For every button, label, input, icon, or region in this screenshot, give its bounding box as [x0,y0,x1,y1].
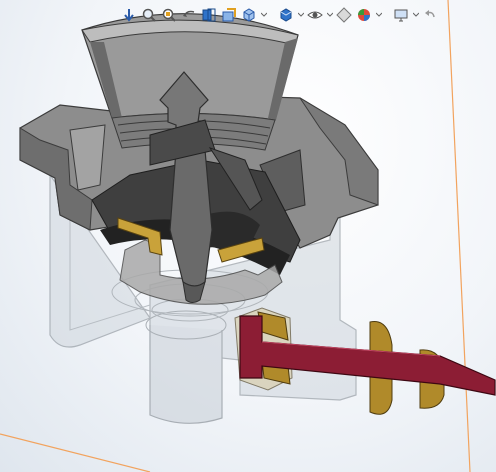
zoom-to-area-icon[interactable] [160,6,178,24]
chevron-down-icon[interactable] [412,6,419,24]
display-style-icon[interactable] [277,6,295,24]
apply-scene-icon[interactable] [355,6,373,24]
origin-plane-line [447,0,471,472]
side-valve-assembly [234,307,496,415]
section-view-icon[interactable] [200,6,218,24]
heads-up-view-toolbar [120,4,439,26]
view-settings-icon[interactable] [392,6,410,24]
zoom-to-fit-icon[interactable] [140,6,158,24]
chevron-down-icon[interactable] [375,6,382,24]
undo-icon[interactable] [421,6,439,24]
view-orientation-icon[interactable] [240,6,258,24]
edit-appearance-icon[interactable] [335,6,353,24]
dynamic-annotation-views-icon[interactable] [220,6,238,24]
view-orientation-arrow-icon[interactable] [120,6,138,24]
chevron-down-icon[interactable] [260,6,267,24]
origin-axis-line [0,433,151,472]
section-view-model[interactable] [0,0,496,472]
previous-view-icon[interactable] [180,6,198,24]
hide-show-items-icon[interactable] [306,6,324,24]
graphics-area[interactable] [0,0,496,472]
chevron-down-icon[interactable] [326,6,333,24]
chevron-down-icon[interactable] [297,6,304,24]
